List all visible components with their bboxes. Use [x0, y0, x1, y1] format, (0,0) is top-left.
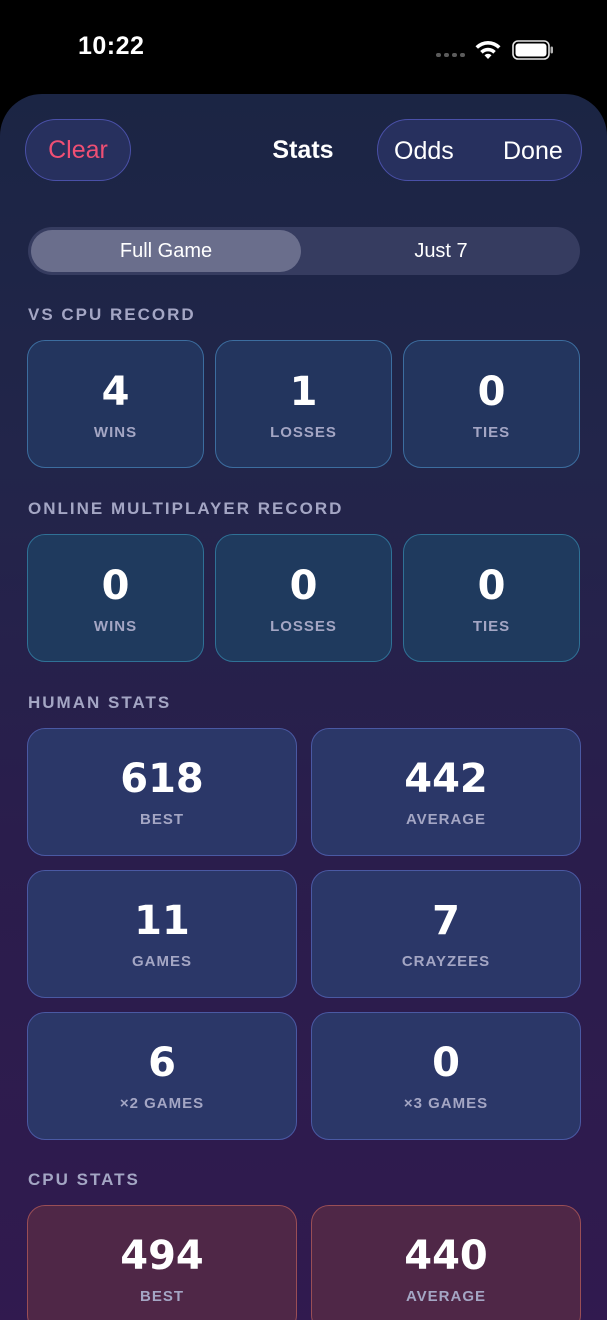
stats-sheet: Clear Stats Odds Done Full Game Just 7 V…	[0, 94, 607, 1320]
odds-done-group: Odds Done	[377, 119, 582, 181]
online-record-header: ONLINE MULTIPLAYER RECORD	[28, 499, 344, 518]
stat-value: 0	[101, 563, 130, 609]
clear-button[interactable]: Clear	[25, 119, 131, 181]
segment-full-game[interactable]: Full Game	[31, 230, 301, 272]
stat-card-human-best: 618 BEST	[27, 728, 297, 856]
stat-card-vs-cpu-wins: 4 WINS	[27, 340, 204, 468]
game-mode-segmented-control: Full Game Just 7	[28, 227, 580, 275]
cpu-stats-header: CPU STATS	[28, 1170, 140, 1189]
stat-value: 0	[477, 369, 506, 415]
stat-card-online-ties: 0 TIES	[403, 534, 580, 662]
stat-value: 442	[404, 756, 488, 802]
stat-label: TIES	[472, 424, 511, 441]
stat-value: 494	[120, 1233, 204, 1279]
stat-label: WINS	[93, 618, 138, 635]
stat-value: 11	[134, 898, 190, 944]
stat-label: ×2 GAMES	[119, 1095, 205, 1112]
stat-card-cpu-best: 494 BEST	[27, 1205, 297, 1320]
stat-label: LOSSES	[270, 618, 337, 635]
stat-value: 440	[404, 1233, 488, 1279]
stat-label: ×3 GAMES	[403, 1095, 489, 1112]
stat-card-human-average: 442 AVERAGE	[311, 728, 581, 856]
odds-button[interactable]: Odds	[394, 137, 454, 166]
stat-value: 7	[432, 898, 460, 944]
segment-just-7[interactable]: Just 7	[306, 230, 576, 272]
cellular-signal-icon	[436, 53, 465, 57]
stat-card-online-losses: 0 LOSSES	[215, 534, 392, 662]
stat-label: WINS	[93, 424, 138, 441]
stats-screen: 10:22 Clear Stats Odds Done Full Game Ju…	[0, 0, 607, 1320]
stat-label: BEST	[139, 1288, 184, 1305]
battery-icon	[512, 40, 554, 65]
stat-label: BEST	[139, 811, 184, 828]
stat-card-human-games: 11 GAMES	[27, 870, 297, 998]
stat-value: 0	[289, 563, 318, 609]
status-time: 10:22	[78, 32, 145, 60]
human-stats-header: HUMAN STATS	[28, 693, 172, 712]
stat-value: 618	[120, 756, 204, 802]
dynamic-island	[209, 21, 398, 77]
stat-label: AVERAGE	[405, 1288, 487, 1305]
vs-cpu-record-header: VS CPU RECORD	[28, 305, 196, 324]
stat-card-human-x3-games: 0 ×3 GAMES	[311, 1012, 581, 1140]
stat-card-human-crayzees: 7 CRAYZEES	[311, 870, 581, 998]
stat-label: CRAYZEES	[401, 953, 491, 970]
stat-card-cpu-average: 440 AVERAGE	[311, 1205, 581, 1320]
stat-value: 0	[432, 1040, 460, 1086]
stat-label: AVERAGE	[405, 811, 487, 828]
stat-card-online-wins: 0 WINS	[27, 534, 204, 662]
stat-value: 6	[148, 1040, 176, 1086]
page-title: Stats	[272, 136, 334, 164]
stat-card-vs-cpu-losses: 1 LOSSES	[215, 340, 392, 468]
stat-card-vs-cpu-ties: 0 TIES	[403, 340, 580, 468]
stat-value: 1	[289, 369, 318, 415]
done-button[interactable]: Done	[503, 137, 563, 166]
stat-value: 4	[101, 369, 130, 415]
stat-label: GAMES	[131, 953, 192, 970]
stat-label: TIES	[472, 618, 511, 635]
stat-card-human-x2-games: 6 ×2 GAMES	[27, 1012, 297, 1140]
stat-label: LOSSES	[270, 424, 337, 441]
stat-value: 0	[477, 563, 506, 609]
wifi-icon	[474, 39, 502, 66]
